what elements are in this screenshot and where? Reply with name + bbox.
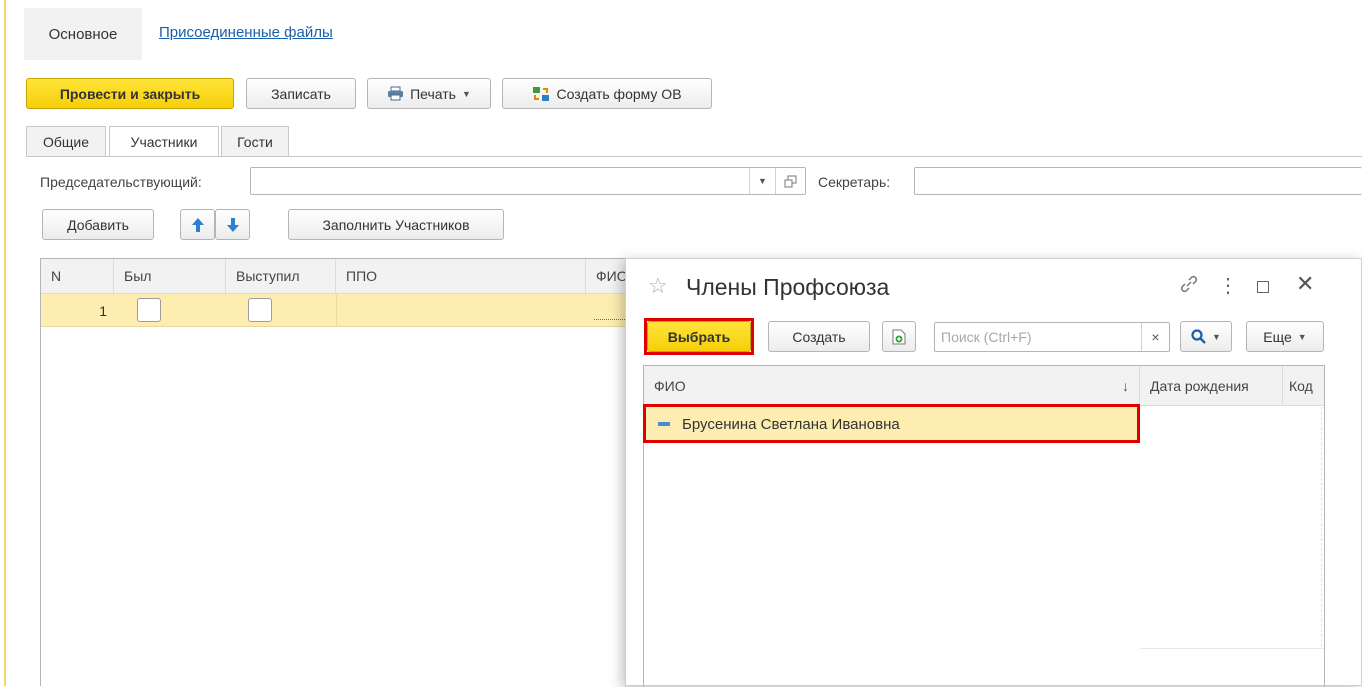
row-number: 1: [99, 302, 107, 319]
print-label: Печать: [410, 85, 456, 102]
chairman-dropdown-button[interactable]: ▼: [749, 168, 775, 194]
chairman-open-button[interactable]: [775, 168, 805, 194]
clear-icon: ×: [1151, 329, 1160, 345]
selected-row-highlight: [643, 404, 1140, 443]
column-header-spoke[interactable]: Выступил: [226, 259, 336, 293]
create-form-label: Создать форму ОВ: [556, 85, 682, 102]
post-and-close-label: Провести и закрыть: [59, 85, 201, 102]
more-vertical-icon[interactable]: ⋮: [1218, 273, 1238, 298]
list-header: ФИО ↓ Дата рождения Код: [644, 366, 1324, 406]
tab-attached-files-label: Присоединенные файлы: [159, 24, 333, 41]
copy-button[interactable]: [882, 321, 916, 352]
form-left-border: [4, 0, 6, 686]
link-icon[interactable]: [1178, 273, 1200, 298]
column-header-ppo[interactable]: ППО: [336, 259, 586, 293]
search-placeholder: Поиск (Ctrl+F): [941, 329, 1032, 345]
post-and-close-button[interactable]: Провести и закрыть: [26, 78, 234, 109]
column-header-code[interactable]: Код: [1283, 366, 1324, 406]
select-button-highlight: [644, 318, 754, 355]
more-button[interactable]: Еще ▼: [1246, 321, 1324, 352]
arrow-up-icon: [191, 217, 205, 233]
arrow-down-icon: [226, 217, 240, 233]
favorite-star-icon[interactable]: ☆: [648, 273, 668, 299]
chevron-down-icon: ▼: [1212, 331, 1221, 342]
chairman-field[interactable]: ▼: [250, 167, 806, 195]
create-form-button[interactable]: Создать форму ОВ: [502, 78, 712, 109]
chevron-down-icon: ▼: [758, 176, 767, 186]
tab-participants[interactable]: Участники: [109, 126, 219, 157]
column-header-fio[interactable]: ФИО ↓: [644, 366, 1140, 406]
save-button[interactable]: Записать: [246, 78, 356, 109]
tab-attached-files[interactable]: Присоединенные файлы: [159, 24, 333, 41]
save-label: Записать: [271, 85, 331, 102]
sort-down-icon: ↓: [1122, 378, 1129, 394]
popup-title: Члены Профсоюза: [686, 274, 890, 300]
fill-participants-button[interactable]: Заполнить Участников: [288, 209, 504, 240]
open-window-icon: [784, 175, 797, 188]
search-input[interactable]: Поиск (Ctrl+F) ×: [934, 322, 1170, 352]
column-header-n[interactable]: N: [41, 259, 114, 293]
tab-main-label: Основное: [48, 25, 118, 43]
fill-participants-label: Заполнить Участников: [322, 216, 470, 233]
tab-general[interactable]: Общие: [26, 126, 106, 156]
tabs-divider: [26, 156, 1362, 157]
column-fio-label: ФИО: [654, 378, 686, 394]
create-button[interactable]: Создать: [768, 321, 870, 352]
tab-general-label: Общие: [42, 133, 90, 150]
clear-search-button[interactable]: ×: [1141, 323, 1169, 351]
chevron-down-icon: ▼: [461, 88, 471, 99]
print-button[interactable]: Печать ▼: [367, 78, 491, 109]
search-button[interactable]: ▼: [1180, 321, 1232, 352]
union-members-popup: ☆ Члены Профсоюза ⋮ ✕ Выбрать Создать По…: [625, 258, 1362, 687]
list-right-divider: [1321, 407, 1322, 647]
search-icon: [1191, 329, 1206, 344]
list-bottom-divider: [1140, 648, 1324, 649]
move-up-button[interactable]: [180, 209, 215, 240]
add-label: Добавить: [67, 216, 129, 233]
maximize-icon[interactable]: [1257, 281, 1269, 293]
tab-guests[interactable]: Гости: [221, 126, 289, 156]
tab-main[interactable]: Основное: [24, 8, 142, 60]
column-header-was[interactable]: Был: [114, 259, 226, 293]
form-arrows-icon: [532, 86, 550, 102]
ppo-cell[interactable]: [336, 294, 586, 327]
create-label: Создать: [792, 328, 846, 345]
chevron-down-icon: ▼: [1297, 331, 1307, 342]
more-label: Еще: [1263, 328, 1292, 345]
table-row[interactable]: 1: [41, 294, 631, 327]
was-checkbox[interactable]: [137, 298, 161, 322]
move-down-button[interactable]: [215, 209, 250, 240]
close-icon[interactable]: ✕: [1296, 271, 1314, 297]
spoke-checkbox[interactable]: [248, 298, 272, 322]
secretary-label: Секретарь:: [818, 174, 891, 190]
participants-table: N Был Выступил ППО ФИО 1: [40, 258, 631, 686]
document-add-icon: [892, 329, 906, 345]
tab-guests-label: Гости: [237, 133, 273, 150]
members-list: ФИО ↓ Дата рождения Код Брусенина Светла…: [643, 365, 1325, 687]
printer-icon: [387, 86, 404, 101]
column-header-birthdate[interactable]: Дата рождения: [1140, 366, 1283, 406]
add-button[interactable]: Добавить: [42, 209, 154, 240]
tab-participants-label: Участники: [130, 134, 198, 150]
table-header: N Был Выступил ППО ФИО: [41, 259, 631, 294]
chairman-label: Председательствующий:: [40, 174, 202, 190]
secretary-field[interactable]: [914, 167, 1362, 195]
